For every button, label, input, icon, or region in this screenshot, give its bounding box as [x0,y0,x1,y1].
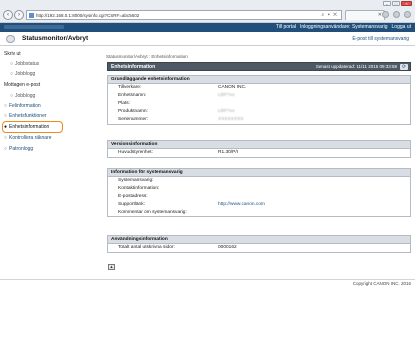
login-user-label: Inloggningsanvändare: Systemansvarig [299,24,388,30]
close-window-button[interactable]: × [401,1,412,6]
back-icon[interactable]: ‹ [3,10,13,20]
back-to-top-button[interactable]: ▲ [108,264,115,270]
sidebar-item-job-status[interactable]: ○ Jobbstatus [10,61,39,67]
window-titlebar: – □ × [0,0,415,7]
info-row: Systemansvarig: [118,178,154,183]
info-row: Enhetsnamn: LBP7xx [118,93,235,98]
status-monitor-icon [6,35,15,43]
info-row: Plats: [118,101,130,106]
sidebar-item-error-info[interactable]: ○ Felinformation [4,103,41,109]
content-title-bar: Enhetsinformation Senast uppdaterad: 11/… [107,62,411,71]
app-header: Statusmonitor/Avbryt E-post till systema… [0,32,415,46]
top-navigation: Till portal Inloggningsanvändare: System… [0,23,415,32]
refresh-icon[interactable]: ⟳ [400,64,408,70]
section-admin-info: Information för systemansvarig Systemans… [107,168,411,217]
maximize-button[interactable]: □ [392,1,400,6]
page-icon [29,12,34,18]
info-row: E-postadress: [118,194,148,199]
url-text: http://192.168.0.1:8000/sysinfo.cgi?CSRF… [36,12,140,18]
sidebar-heading-received-email: Mottagen e-post [4,82,41,88]
breadcrumb: Statusmonitor/Avbryt : Enhetsinformation [106,54,188,59]
sidebar-item-device-functions[interactable]: ○ Enhetsfunktioner [4,113,47,119]
browser-tab[interactable]: ✕ [345,10,385,20]
info-row: Huvudstyrenhet: R1.30/P/I [118,150,238,155]
favorites-icon[interactable] [393,11,400,18]
section-usage-info: Användningsinformation Totalt antal utsk… [107,235,411,253]
section-title: Information för systemansvarig [108,169,410,177]
info-row: Tillverkare: CANON INC. [118,85,247,90]
forward-icon[interactable]: › [14,10,24,20]
minimize-button[interactable]: – [383,1,391,6]
last-updated: Senast uppdaterad: 11/11 2015 09:33:58 [315,64,397,69]
url-field[interactable]: http://192.168.0.1:8000/sysinfo.cgi?CSRF… [26,10,342,20]
email-admin-link[interactable]: E-post till systemansvarig [352,36,409,42]
info-row: Produktnamn: LBP7xx [118,109,235,114]
info-row: Kontaktinformation: [118,186,160,191]
sidebar: Skriv ut ○ Jobbstatus ○ Jobblogg Mottagen … [0,46,98,280]
copyright: Copyright CANON INC. 2016 [352,281,411,286]
section-title: Grundläggande enhetsinformation [108,76,410,84]
window-controls: – □ × [383,1,412,6]
portal-link[interactable]: Till portal [276,24,296,30]
home-icon[interactable] [382,11,389,18]
product-logo [4,25,64,29]
settings-icon[interactable] [404,11,411,18]
info-row: Totalt antal utskrivna sidor: 0000162 [118,245,237,250]
browser-address-bar: ‹ › http://192.168.0.1:8000/sysinfo.cgi?… [0,7,415,23]
sidebar-item-email-job-log[interactable]: ○ Jobblogg [10,93,35,99]
logout-link[interactable]: Logga ut [392,24,411,30]
section-basic-info: Grundläggande enhetsinformation Tillverk… [107,75,411,125]
page-title: Statusmonitor/Avbryt [22,35,89,42]
content-title: Enhetsinformation [111,64,156,70]
section-version-info: Versionsinformation Huvudstyrenhet: R1.30… [107,140,411,158]
section-title: Användningsinformation [108,236,410,244]
support-link[interactable]: http://www.canon.com [218,202,265,207]
info-row: Supportlänk: http://www.canon.com [118,202,265,207]
sidebar-item-check-counter[interactable]: ○ Kontrollera räknare [4,135,52,141]
sidebar-heading-print: Skriv ut [4,51,21,57]
section-title: Versionsinformation [108,141,410,149]
info-row: Kommentar om systemansvarig: [118,210,187,215]
sidebar-item-job-log[interactable]: ○ Jobblogg [10,71,35,77]
sidebar-item-device-info[interactable]: ● Enhetsinformation [4,124,49,130]
url-tools[interactable]: ⌕ ▾ ✕ [322,12,339,18]
info-row: Serienummer: XXXXXXXX [118,117,244,122]
browser-toolbar-icons [382,11,411,18]
sidebar-item-cartridge-log[interactable]: ○ Patronlogg [4,146,33,152]
footer-divider [0,279,415,280]
